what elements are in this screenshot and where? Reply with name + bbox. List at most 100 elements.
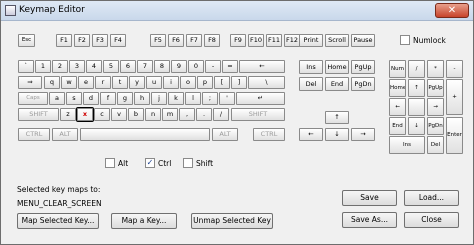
key-[interactable]: ` [18, 60, 34, 73]
key-x[interactable]: x [76, 107, 94, 122]
key-[interactable]: = [222, 60, 238, 73]
key-f11[interactable]: F11 [266, 34, 282, 47]
key-f8[interactable]: F8 [204, 34, 220, 47]
key-[interactable]: - [205, 60, 221, 73]
key--numpad[interactable]: ↑ [408, 79, 425, 97]
modifier-ctrl-checkbox-box[interactable]: ✓ [145, 158, 155, 168]
key-l[interactable]: l [185, 92, 201, 105]
key-[interactable]: ← [239, 60, 285, 73]
key--numpad[interactable]: ← [389, 98, 406, 116]
key-p[interactable]: p [197, 76, 213, 89]
key-m[interactable]: m [162, 108, 178, 121]
key-b[interactable]: b [128, 108, 144, 121]
key-ins-numpad[interactable]: Ins [389, 136, 425, 154]
key--numpad[interactable]: * [427, 60, 444, 78]
key--right[interactable]: → [351, 128, 375, 141]
key-2[interactable]: 2 [52, 60, 68, 73]
key-blank-numpad[interactable] [408, 98, 425, 116]
key-f9[interactable]: F9 [230, 34, 246, 47]
key-f3[interactable]: F3 [92, 34, 108, 47]
key-7[interactable]: 7 [137, 60, 153, 73]
key-f6[interactable]: F6 [168, 34, 184, 47]
key-1[interactable]: 1 [35, 60, 51, 73]
modifier-shift-checkbox[interactable]: Shift [183, 157, 213, 169]
key-g[interactable]: g [117, 92, 133, 105]
key-pgdn-numpad[interactable]: PgDn [427, 117, 444, 135]
key-f2[interactable]: F2 [74, 34, 90, 47]
key-[interactable]: \ [248, 76, 285, 89]
key-[interactable]: ] [231, 76, 247, 89]
key-6[interactable]: 6 [120, 60, 136, 73]
key-8[interactable]: 8 [154, 60, 170, 73]
key-alt-left[interactable]: ALT [52, 128, 78, 141]
key-home-numpad[interactable]: Home [389, 79, 406, 97]
key--numpad[interactable]: + [446, 79, 463, 115]
key-f12[interactable]: F12 [284, 34, 300, 47]
key-end-numpad[interactable]: End [389, 117, 406, 135]
key-[interactable]: ↵ [236, 92, 285, 105]
key--numpad[interactable]: / [408, 60, 425, 78]
modifier-alt-checkbox[interactable]: Alt [105, 157, 128, 169]
key-v[interactable]: v [111, 108, 127, 121]
key-z[interactable]: z [60, 108, 76, 121]
key-del-numpad[interactable]: Del [427, 136, 444, 154]
key-o[interactable]: o [180, 76, 196, 89]
key-5[interactable]: 5 [103, 60, 119, 73]
key-[interactable]: . [196, 108, 212, 121]
key-shift-right[interactable]: SHIFT [231, 108, 285, 121]
key-f4[interactable]: F4 [110, 34, 126, 47]
key-del[interactable]: Del [299, 77, 323, 91]
key-f1[interactable]: F1 [56, 34, 72, 47]
key-4[interactable]: 4 [86, 60, 102, 73]
key-blank-space[interactable] [80, 128, 210, 141]
key-esc[interactable]: Esc [18, 34, 35, 47]
key-a[interactable]: a [49, 92, 65, 105]
key-[interactable]: ' [219, 92, 235, 105]
key-w[interactable]: w [61, 76, 77, 89]
key-caps[interactable]: Caps [18, 92, 48, 105]
map-selected-key-button[interactable]: Map Selected Key... [17, 213, 99, 229]
map-a-key-button[interactable]: Map a Key... [111, 213, 177, 229]
key-i[interactable]: i [163, 76, 179, 89]
key-ctrl-right[interactable]: CTRL [253, 128, 285, 141]
modifier-alt-checkbox-box[interactable] [105, 158, 115, 168]
key--left[interactable]: ← [299, 128, 323, 141]
key--up[interactable]: ↑ [325, 111, 349, 124]
key-f5[interactable]: F5 [150, 34, 166, 47]
key-ins[interactable]: Ins [299, 60, 323, 74]
key-pgdn[interactable]: PgDn [351, 77, 375, 91]
key-n[interactable]: n [145, 108, 161, 121]
key-scroll[interactable]: Scroll [325, 34, 349, 47]
window-close-button[interactable]: ✕ [435, 3, 469, 18]
key--numpad[interactable]: ↓ [408, 117, 425, 135]
key-q[interactable]: q [44, 76, 60, 89]
key-3[interactable]: 3 [69, 60, 85, 73]
key-pause[interactable]: Pause [351, 34, 375, 47]
key-s[interactable]: s [66, 92, 82, 105]
key-c[interactable]: c [94, 108, 110, 121]
save-as-button[interactable]: Save As... [342, 212, 397, 228]
key-shift-left[interactable]: SHIFT [18, 108, 59, 121]
key-f[interactable]: f [100, 92, 116, 105]
key-home[interactable]: Home [325, 60, 349, 74]
key-pgup-numpad[interactable]: PgUp [427, 79, 444, 97]
key-u[interactable]: u [146, 76, 162, 89]
key-pgup[interactable]: PgUp [351, 60, 375, 74]
key-t[interactable]: t [112, 76, 128, 89]
key-h[interactable]: h [134, 92, 150, 105]
key-end[interactable]: End [325, 77, 349, 91]
key-r[interactable]: r [95, 76, 111, 89]
key--down[interactable]: ↓ [325, 128, 349, 141]
key-e[interactable]: e [78, 76, 94, 89]
key-[interactable]: ; [202, 92, 218, 105]
key-[interactable]: ⇒ [18, 76, 42, 89]
key-f7[interactable]: F7 [186, 34, 202, 47]
key-enter-numpad[interactable]: Enter [446, 117, 463, 154]
key-f10[interactable]: F10 [248, 34, 264, 47]
key-[interactable]: [ [214, 76, 230, 89]
key-[interactable]: , [179, 108, 195, 121]
modifier-ctrl-checkbox[interactable]: ✓ Ctrl [145, 157, 171, 169]
key-j[interactable]: j [151, 92, 167, 105]
numlock-checkbox[interactable]: Numlock [400, 34, 446, 46]
modifier-shift-checkbox-box[interactable] [183, 158, 193, 168]
